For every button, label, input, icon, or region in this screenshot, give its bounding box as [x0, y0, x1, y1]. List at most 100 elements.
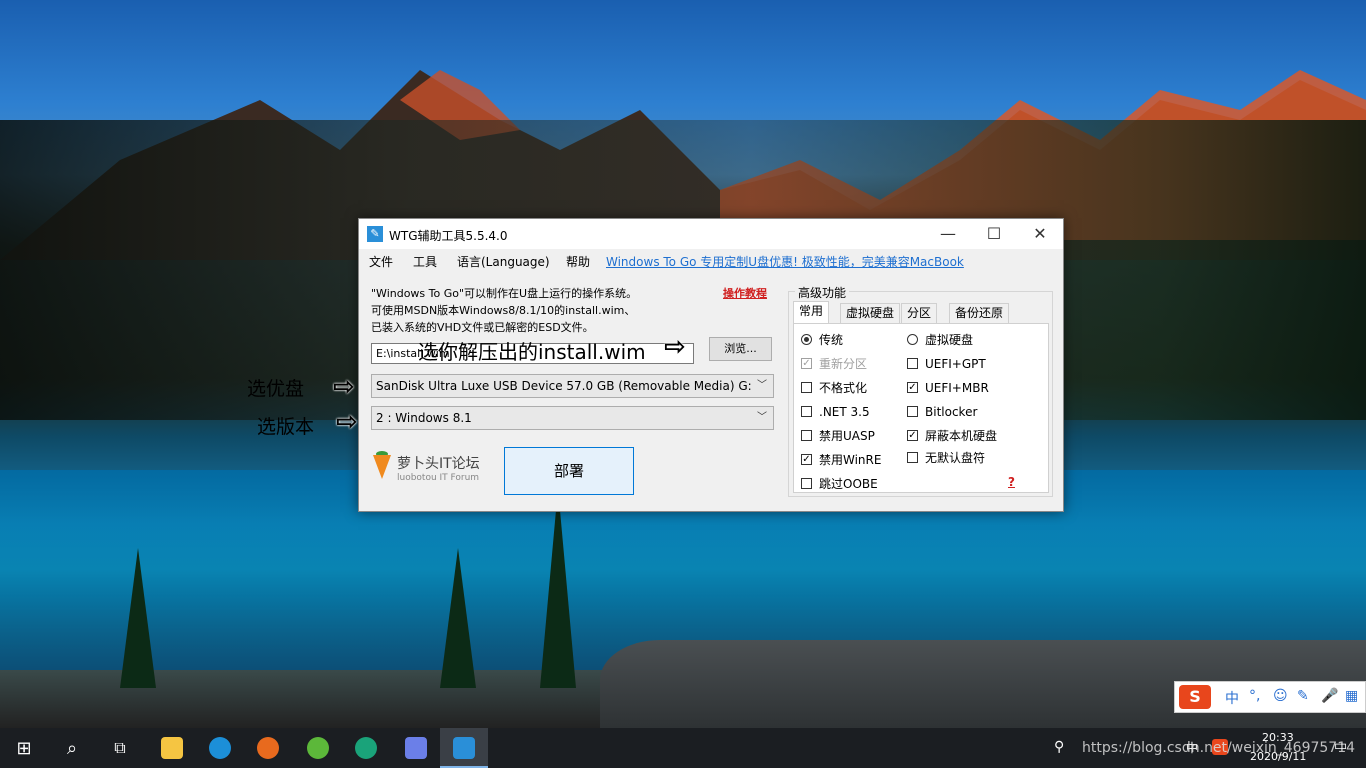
checkbox-block-local-disk[interactable]: ✓ 屏蔽本机硬盘	[907, 428, 997, 444]
checkbox-bitlocker[interactable]: Bitlocker	[907, 404, 977, 420]
description-line-3: 已装入系统的VHD文件或已解密的ESD文件。	[371, 321, 594, 334]
sogou-logo: S	[1179, 685, 1211, 709]
carrot-icon	[373, 455, 391, 479]
punctuation-icon[interactable]: °,	[1249, 688, 1260, 704]
tab-partition[interactable]: 分区	[901, 303, 938, 323]
checkbox-indicator	[801, 382, 812, 393]
drive-select[interactable]: SanDisk Ultra Luxe USB Device 57.0 GB (R…	[371, 374, 774, 398]
grid-icon[interactable]: ▦	[1345, 688, 1358, 704]
window-title: WTG辅助工具5.5.4.0	[389, 229, 508, 243]
maximize-button[interactable]: ☐	[971, 219, 1017, 249]
tree-image	[120, 548, 156, 688]
menu-tools[interactable]: 工具	[413, 253, 437, 270]
checkbox-dotnet35[interactable]: .NET 3.5	[801, 404, 870, 420]
close-button[interactable]: ✕	[1017, 219, 1063, 249]
task-view-button[interactable]: ⧉	[96, 728, 144, 768]
ime-toolbar[interactable]: S 中 °, ☺ ✎ 🎤 ▦	[1174, 681, 1366, 713]
arrow-right-icon: ⇨	[333, 372, 355, 402]
taskbar-file-explorer[interactable]	[148, 728, 196, 768]
checkbox-indicator	[907, 358, 918, 369]
logo-text-en: luobotou IT Forum	[397, 473, 480, 483]
taskbar-edge[interactable]	[196, 728, 244, 768]
logo-text-cn: 萝卜头IT论坛	[397, 456, 480, 472]
tree-image	[540, 488, 576, 688]
start-button[interactable]: ⊞	[0, 728, 48, 768]
chevron-down-icon: ﹀	[757, 380, 767, 391]
description-line-2: 可使用MSDN版本Windows8/8.1/10的install.wim、	[371, 304, 636, 317]
notification-icon[interactable]: ▭	[1334, 738, 1347, 754]
checkbox-skip-oobe[interactable]: 跳过OOBE	[801, 476, 878, 492]
pen-icon[interactable]: ✎	[1297, 688, 1309, 704]
menu-file[interactable]: 文件	[369, 253, 393, 270]
checkbox-no-format[interactable]: 不格式化	[801, 380, 867, 396]
menu-bar: 文件 工具 语言(Language) 帮助 Windows To Go 专用定制…	[359, 249, 1063, 273]
arrow-right-icon: ⇨	[336, 407, 358, 437]
checkbox-indicator	[907, 406, 918, 417]
help-link[interactable]: ?	[1008, 475, 1015, 489]
taskbar: ⊞ ⌕ ⧉ ⚲ 中 https://blog.csdn.net/weixin_4…	[0, 728, 1366, 768]
advanced-group-label: 高级功能	[795, 284, 850, 301]
description-line-1: "Windows To Go"可以制作在U盘上运行的操作系统。	[371, 287, 638, 300]
version-select[interactable]: 2 : Windows 8.1 ﹀	[371, 406, 774, 430]
checkbox-uefi-gpt[interactable]: UEFI+GPT	[907, 356, 986, 372]
firefox-icon	[257, 737, 279, 759]
wtg-app-icon	[453, 737, 475, 759]
taskbar-firefox[interactable]	[244, 728, 292, 768]
app-icon: ✎	[367, 226, 383, 242]
tutorial-link[interactable]: 操作教程	[723, 285, 767, 301]
menu-help[interactable]: 帮助	[566, 253, 590, 270]
annotation-drive: 选优盘	[247, 378, 305, 400]
taskbar-wtg-tool[interactable]	[440, 728, 488, 768]
checkbox-disable-winre[interactable]: ✓ 禁用WinRE	[801, 452, 881, 468]
people-icon[interactable]: ⚲	[1054, 739, 1064, 755]
luobotou-logo: 萝卜头IT论坛 luobotou IT Forum	[373, 451, 493, 489]
deploy-button[interactable]: 部署	[504, 447, 634, 495]
checkmark-icon: ✓	[907, 382, 918, 393]
radio-indicator	[801, 334, 812, 345]
checkbox-no-default-letter[interactable]: 无默认盘符	[907, 450, 985, 466]
checkmark-icon: ✓	[907, 430, 918, 441]
taskbar-edge-canary[interactable]	[342, 728, 390, 768]
search-button[interactable]: ⌕	[48, 728, 96, 768]
clock-date[interactable]: 2020/9/11	[1250, 750, 1306, 763]
wtg-window: ✎ WTG辅助工具5.5.4.0 — ☐ ✕ 文件 工具 语言(Language…	[358, 218, 1064, 512]
checkbox-uefi-mbr[interactable]: ✓ UEFI+MBR	[907, 380, 989, 396]
green-app-icon	[307, 737, 329, 759]
taskbar-green-app[interactable]	[294, 728, 342, 768]
chevron-down-icon: ﹀	[757, 412, 767, 423]
search-icon: ⌕	[66, 737, 78, 759]
title-bar[interactable]: ✎ WTG辅助工具5.5.4.0 — ☐ ✕	[359, 219, 1063, 249]
annotation-wim: 选你解压出的install.wim	[418, 340, 646, 364]
windows-logo-icon: ⊞	[16, 737, 32, 759]
tab-backup-restore[interactable]: 备份还原	[949, 303, 1010, 323]
radio-legacy[interactable]: 传统	[801, 332, 843, 348]
checkbox-indicator	[801, 430, 812, 441]
ime-mode-chinese[interactable]: 中	[1225, 688, 1239, 708]
checkbox-indicator	[907, 452, 918, 463]
arrow-right-icon: ⇨	[664, 332, 686, 362]
browse-button[interactable]: 浏览...	[709, 337, 772, 361]
edge-canary-icon	[355, 737, 377, 759]
annotation-version: 选版本	[257, 416, 315, 438]
tab-virtual-disk[interactable]: 虚拟硬盘	[840, 303, 901, 323]
checkbox-indicator	[801, 406, 812, 417]
version-select-value: 2 : Windows 8.1	[376, 411, 472, 425]
promo-link[interactable]: Windows To Go 专用定制U盘优惠! 极致性能，完美兼容MacBook	[606, 253, 964, 270]
drive-select-value: SanDisk Ultra Luxe USB Device 57.0 GB (R…	[376, 379, 752, 393]
edge-icon	[209, 737, 231, 759]
checkmark-icon: ✓	[801, 454, 812, 465]
checkbox-disable-uasp[interactable]: 禁用UASP	[801, 428, 875, 444]
tree-image	[440, 548, 476, 688]
radio-indicator	[907, 334, 918, 345]
tab-common[interactable]: 常用	[793, 301, 830, 324]
checkbox-repartition[interactable]: ✓ 重新分区	[801, 356, 867, 372]
folder-icon	[161, 737, 183, 759]
radio-virtual-disk[interactable]: 虚拟硬盘	[907, 332, 973, 348]
taskbar-feishu[interactable]	[392, 728, 440, 768]
menu-language[interactable]: 语言(Language)	[457, 253, 550, 270]
clock-time[interactable]: 20:33	[1262, 731, 1294, 744]
bird-app-icon	[405, 737, 427, 759]
microphone-icon[interactable]: 🎤	[1321, 688, 1338, 704]
emoji-icon[interactable]: ☺	[1273, 688, 1288, 704]
minimize-button[interactable]: —	[925, 219, 971, 249]
